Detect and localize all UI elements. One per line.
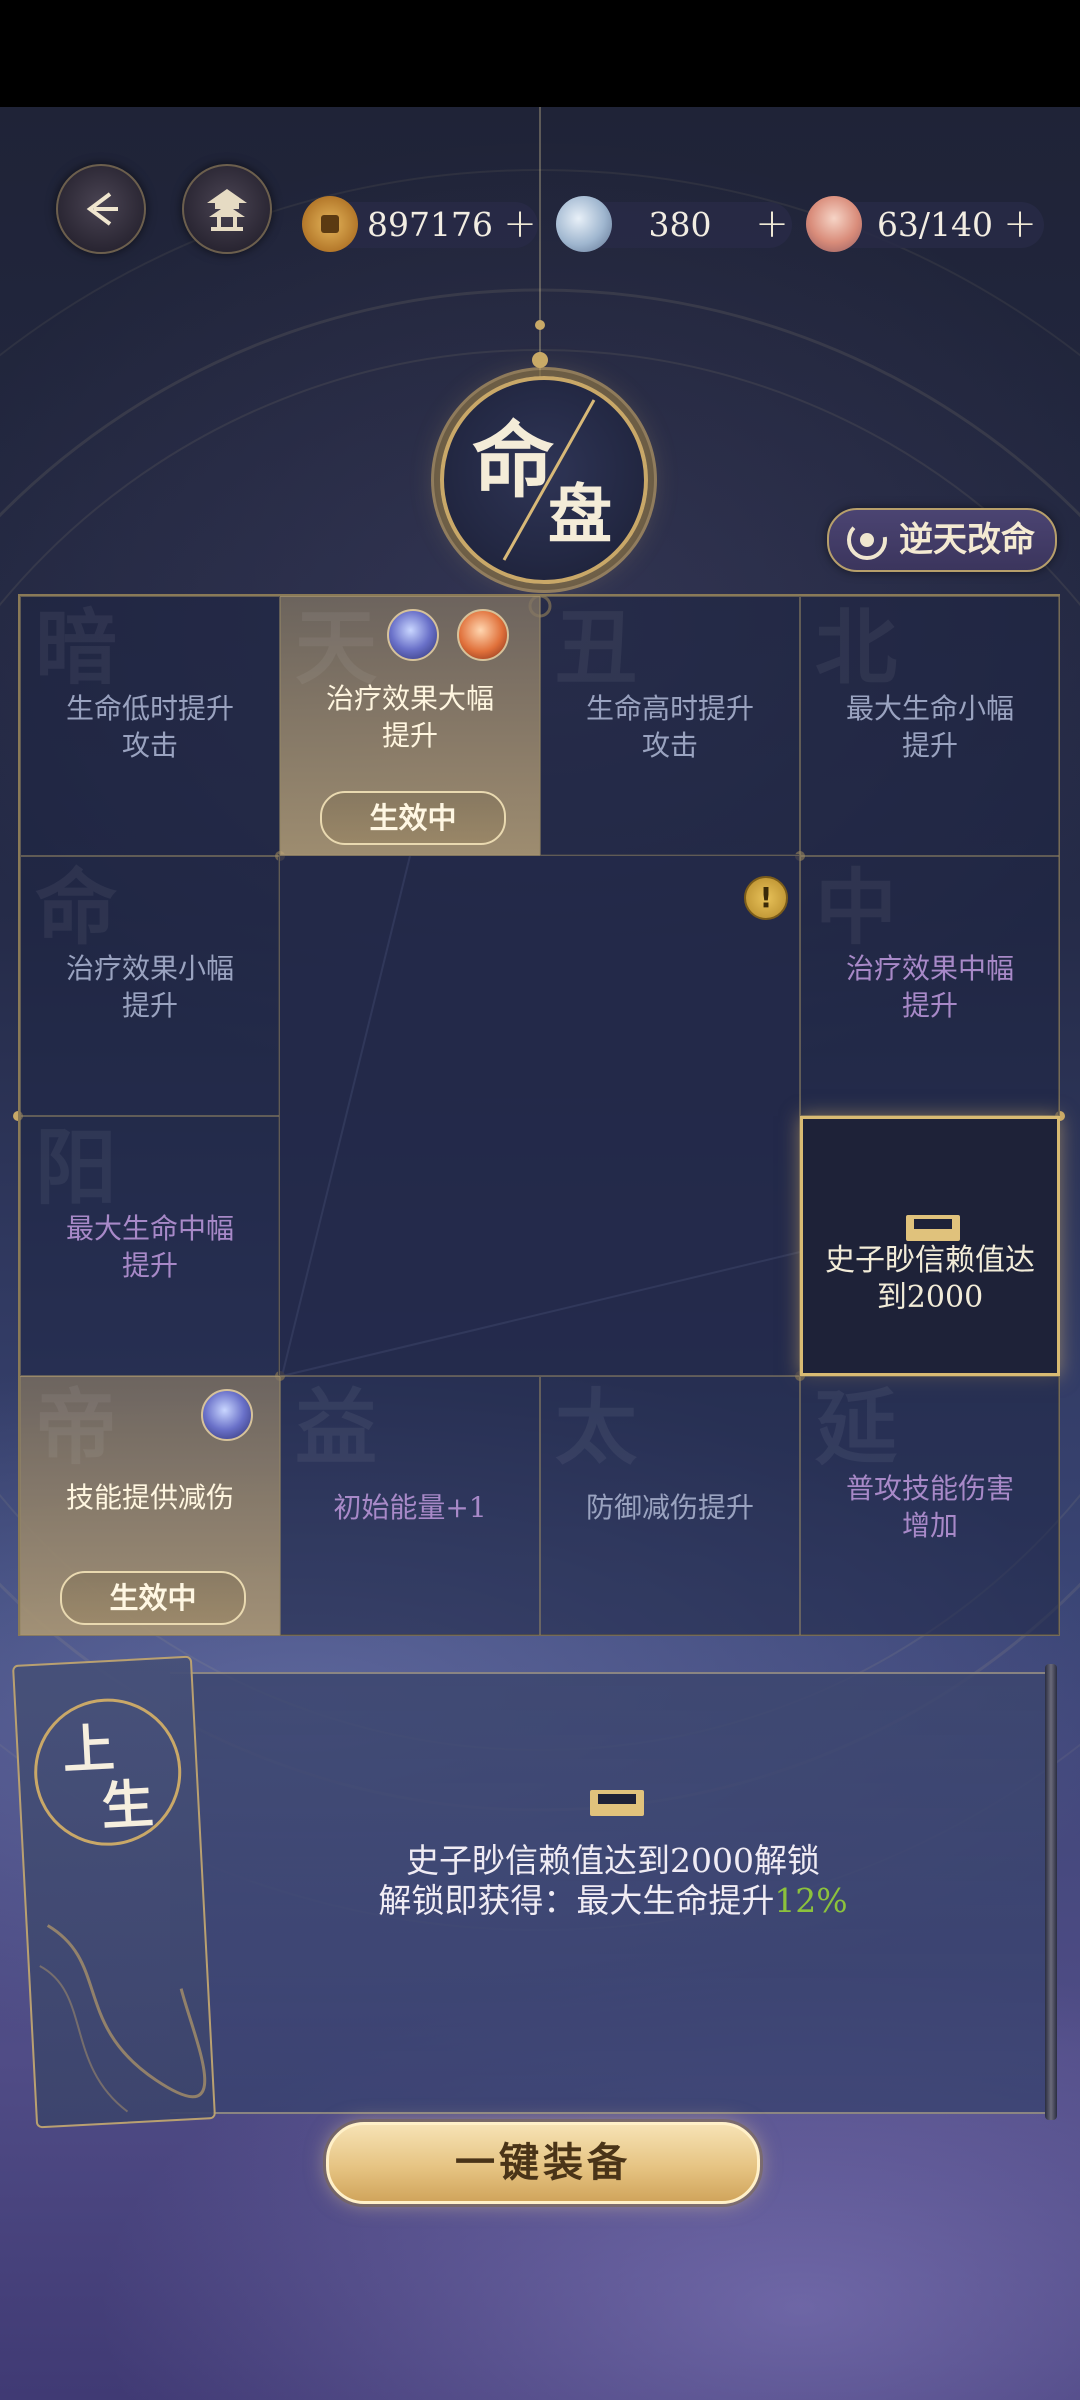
cell-label-line: 治疗效果大幅 (325, 682, 494, 715)
cell-label-line: 提升 (901, 989, 958, 1022)
cell-label-line: 增加 (901, 1509, 958, 1542)
pavilion-icon (207, 189, 247, 231)
title-emblem: 命 盘 (440, 376, 648, 584)
cell-label-line: 最大生命中幅 (65, 1212, 234, 1245)
active-status-badge: 生效中 (60, 1571, 246, 1625)
board-cell[interactable]: 北最大生命小幅 提升 (800, 596, 1060, 856)
cell-label-line: 初始能量+1 (333, 1490, 487, 1524)
title-char-1: 命 (472, 413, 555, 509)
cell-label: 治疗效果中幅 提升 (811, 857, 1049, 1115)
status-bar (0, 0, 1080, 107)
cell-label-line: 提升 (121, 989, 178, 1022)
title-char-2: 盘 (548, 478, 612, 553)
unlock-reward-text: 解锁即获得：最大生命提升 (378, 1881, 775, 1920)
character-orb-icon (387, 609, 439, 661)
cell-label: 生命高时提升 攻击 (551, 597, 789, 855)
one-click-equip-label: 一键装备 (455, 2139, 631, 2186)
coins-value: 897176 (367, 205, 493, 244)
cell-label-line: 生命高时提升 (585, 692, 754, 725)
cell-label-line: 攻击 (121, 729, 178, 762)
unlock-reward-value: 12% (774, 1881, 848, 1920)
cell-label-line: 治疗效果中幅 (845, 952, 1014, 985)
board-cell[interactable]: 丑生命高时提升 攻击 (540, 596, 800, 856)
board-cell[interactable]: 中治疗效果中幅 提升 (800, 856, 1060, 1116)
stamina-add-button[interactable]: + (1000, 204, 1040, 244)
cell-label-line: 提升 (381, 719, 438, 752)
cell-label: 初始能量+1 (291, 1377, 529, 1635)
board-cell[interactable]: 延普攻技能伤害 增加 (800, 1376, 1060, 1636)
gems-value: 380 (648, 205, 712, 244)
cell-label: 史子眇信赖值达 到2000 (813, 1179, 1047, 1373)
unlock-reward: 解锁即获得：最大生命提升12% (170, 1874, 1056, 1922)
cell-label-line: 史子眇信赖值达 (825, 1243, 1035, 1278)
cell-label: 最大生命中幅 提升 (31, 1117, 269, 1375)
coins-add-button[interactable]: + (500, 204, 540, 244)
board-cell[interactable]: 天治疗效果大幅 提升 生效中 (280, 596, 540, 856)
cell-label-line: 到2000 (876, 1280, 984, 1315)
alert-icon[interactable]: ! (744, 876, 788, 920)
pavilion-button[interactable] (182, 164, 272, 254)
jade-orb-icon (556, 196, 612, 252)
cell-label-line: 防御减伤提升 (585, 1490, 754, 1524)
food-bowl-icon (806, 196, 862, 252)
character-orb-icon (201, 1389, 253, 1441)
defy-fate-label: 逆天改命 (899, 520, 1035, 560)
cell-label-line: 治疗效果小幅 (65, 952, 234, 985)
board-cell[interactable]: 太防御减伤提升 (540, 1376, 800, 1636)
board-cell[interactable]: 阳最大生命中幅 提升 (20, 1116, 280, 1376)
cell-label-line: 提升 (121, 1249, 178, 1282)
cell-label: 最大生命小幅 提升 (811, 597, 1049, 855)
cell-label: 治疗效果小幅 提升 (31, 857, 269, 1115)
chest-icon (590, 1790, 644, 1816)
board-cell[interactable]: 帝技能提供减伤 生效中 (20, 1376, 280, 1636)
stamina-value: 63/140 (876, 205, 994, 244)
cell-label-line: 生命低时提升 (65, 692, 234, 725)
cell-label-line: 最大生命小幅 (845, 692, 1014, 725)
board-cell[interactable]: 命治疗效果小幅 提升 (20, 856, 280, 1116)
copper-coin-icon (302, 196, 358, 252)
back-button[interactable] (56, 164, 146, 254)
cell-label-line: 技能提供减伤 (65, 1480, 234, 1514)
gems-add-button[interactable]: + (752, 204, 792, 244)
cell-label-line: 提升 (901, 729, 958, 762)
cell-label-line: 攻击 (641, 729, 698, 762)
active-status-badge: 生效中 (320, 791, 506, 845)
cell-label: 普攻技能伤害 增加 (811, 1377, 1049, 1635)
cell-label: 防御减伤提升 (551, 1377, 789, 1635)
tag-char-2: 生 (99, 1773, 156, 1838)
cell-label-line: 普攻技能伤害 (845, 1472, 1014, 1505)
cell-label: 生命低时提升 攻击 (31, 597, 269, 855)
board-cell[interactable]: 益初始能量+1 (280, 1376, 540, 1636)
swirl-icon (847, 520, 887, 560)
board-center (278, 854, 800, 1376)
defy-fate-button[interactable]: 逆天改命 (827, 508, 1057, 572)
board-cell[interactable]: 史子眇信赖值达 到2000 (800, 1116, 1060, 1376)
character-orb-icon (457, 609, 509, 661)
board-cell[interactable]: 暗生命低时提升 攻击 (20, 596, 280, 856)
back-arrow-icon (86, 192, 118, 226)
one-click-equip-button[interactable]: 一键装备 (326, 2122, 760, 2204)
